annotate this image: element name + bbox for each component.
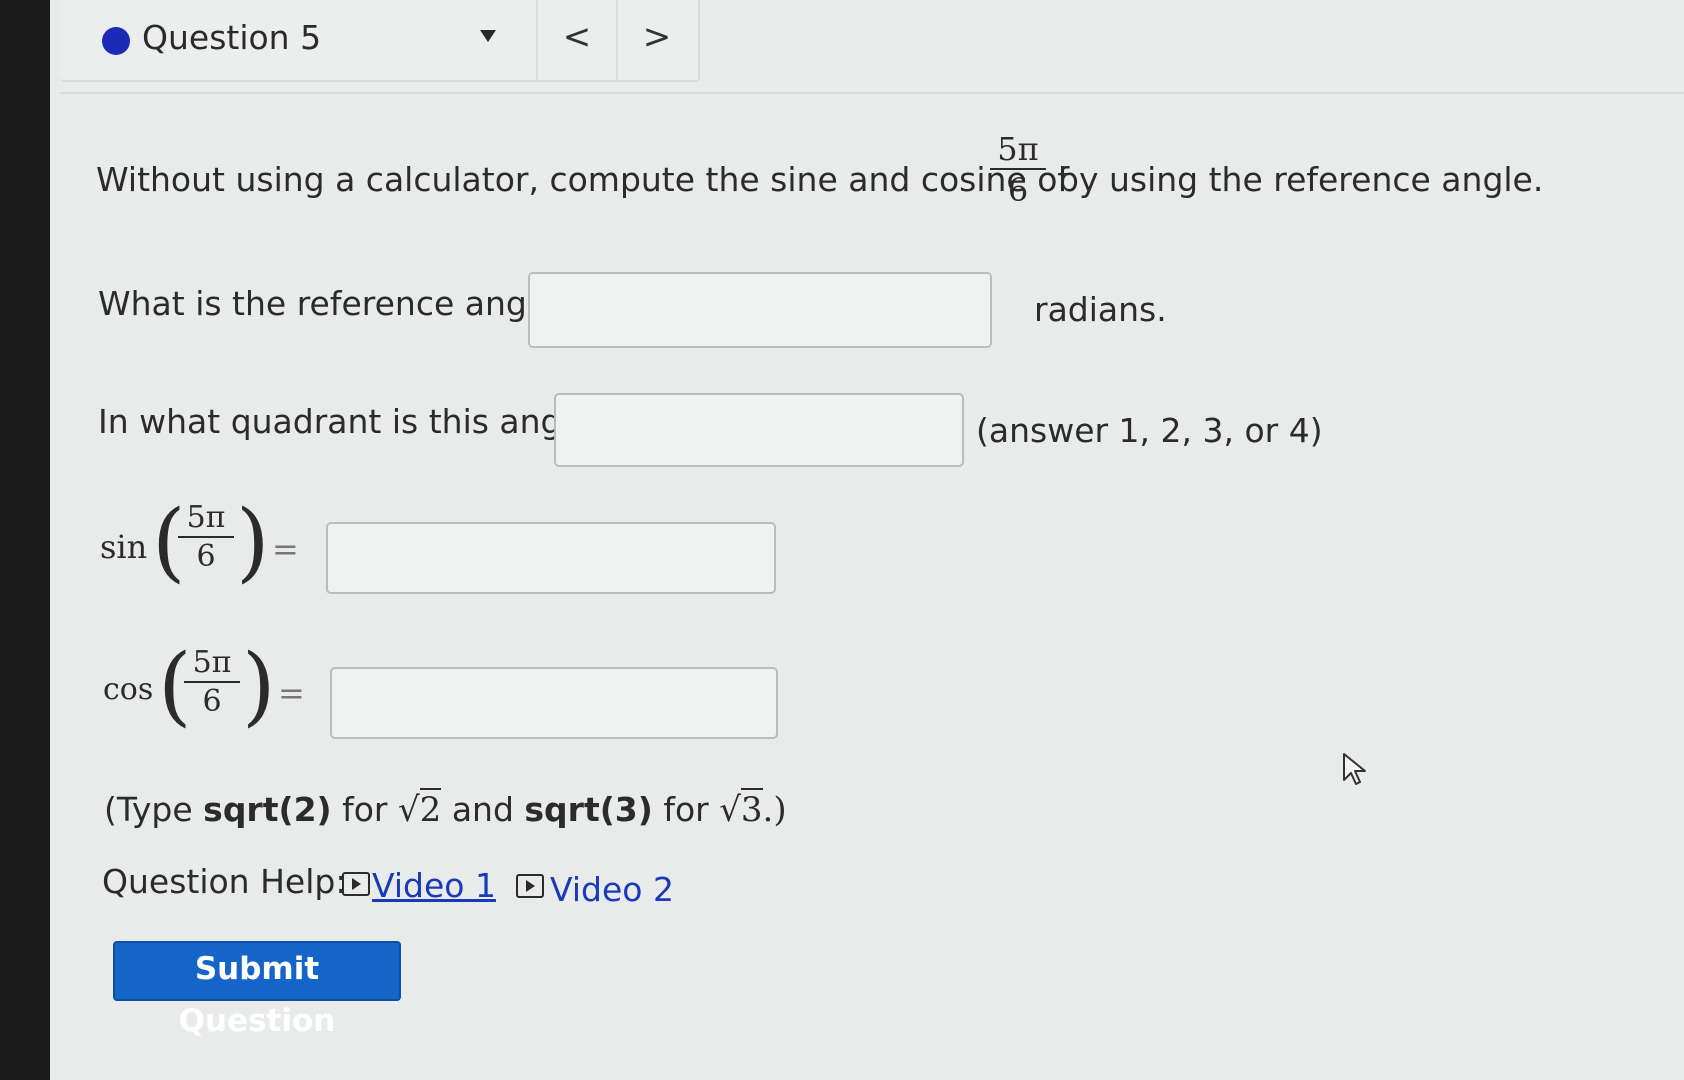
video-2-link[interactable]: Video 2 [550, 870, 674, 909]
sine-fraction: 5π 6 [178, 500, 234, 576]
previous-question-button[interactable]: < [538, 0, 618, 80]
question-title: Question 5 [142, 18, 322, 57]
video-play-icon[interactable] [516, 874, 544, 898]
submit-question-button[interactable]: Submit Question [113, 941, 401, 1039]
mouse-cursor-icon [1343, 753, 1366, 785]
prompt-text-after: by using the reference angle. [1058, 160, 1544, 199]
cosine-fraction: 5π 6 [184, 645, 240, 721]
sine-input[interactable] [326, 522, 776, 594]
hint-open: (Type [104, 790, 193, 829]
question-selector[interactable]: Question 5 [60, 0, 568, 82]
reference-angle-input[interactable] [528, 272, 992, 348]
input-format-hint: (Type sqrt(2) for √2 and sqrt(3) for √3.… [104, 788, 787, 830]
next-question-button[interactable]: > [618, 0, 696, 80]
prompt-fraction-numerator: 5π [997, 130, 1039, 168]
chevron-right-icon: > [642, 17, 672, 57]
video-1-link[interactable]: Video 1 [372, 866, 496, 905]
prompt-fraction: 5π 6 [990, 130, 1046, 210]
cosine-fraction-numerator: 5π [192, 645, 232, 680]
question-panel: Question 5 < > Without using a calculato… [50, 0, 1684, 1080]
sine-fraction-numerator: 5π [186, 500, 226, 535]
hint-and: and [451, 790, 514, 829]
cosine-equals: = [278, 674, 305, 712]
hint-close: .) [762, 790, 787, 830]
hint-for-1: for [342, 790, 388, 829]
hint-radicand-2: 2 [419, 788, 442, 830]
header-divider [60, 92, 1684, 94]
hint-radicand-3: 3 [740, 788, 763, 830]
cosine-function-label: cos [103, 672, 154, 707]
hint-code-sqrt2: sqrt(2) [203, 790, 332, 829]
prompt-text-before: Without using a calculator, compute the … [96, 160, 1070, 199]
screen: Question 5 < > Without using a calculato… [0, 0, 1684, 1080]
quadrant-label: In what quadrant is this angle? [98, 402, 609, 441]
reference-angle-label: What is the reference angle? [98, 284, 574, 323]
reference-angle-unit: radians. [1034, 290, 1167, 329]
quadrant-input[interactable] [554, 393, 964, 467]
sine-right-paren: ) [236, 492, 270, 592]
chevron-left-icon: < [562, 17, 592, 57]
prompt-fraction-denominator: 6 [1007, 171, 1029, 209]
sine-fraction-denominator: 6 [196, 539, 216, 574]
cosine-input[interactable] [330, 667, 778, 739]
cosine-right-paren: ) [242, 636, 276, 736]
question-help-label: Question Help: [102, 862, 347, 901]
sqrt-symbol-icon: √ [719, 790, 741, 830]
caret-down-icon[interactable] [480, 30, 496, 42]
sqrt-symbol-icon: √ [398, 790, 420, 830]
status-dot-icon [102, 27, 130, 55]
cosine-fraction-denominator: 6 [202, 684, 222, 719]
quadrant-hint: (answer 1, 2, 3, or 4) [976, 411, 1323, 450]
hint-code-sqrt3: sqrt(3) [524, 790, 653, 829]
video-play-icon[interactable] [342, 872, 370, 896]
hint-for-2: for [663, 790, 709, 829]
question-nav-buttons: < > [536, 0, 700, 82]
sine-equals: = [272, 530, 299, 568]
sine-function-label: sin [100, 528, 148, 566]
